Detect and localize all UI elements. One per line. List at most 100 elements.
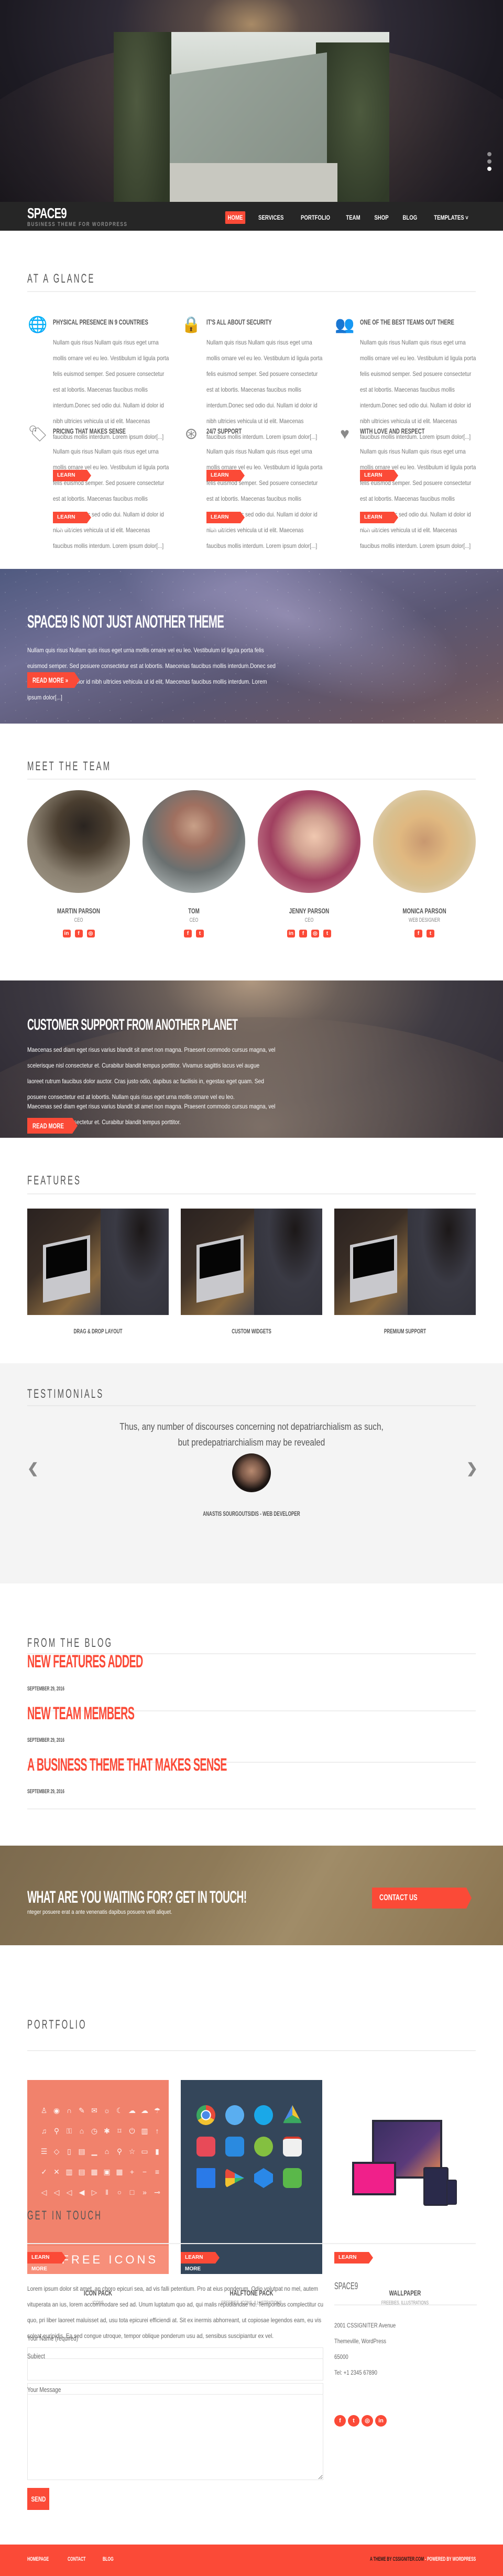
divider (27, 291, 476, 292)
divider (334, 2304, 477, 2305)
avatar (143, 790, 245, 893)
linkedin-icon[interactable]: in (287, 930, 295, 937)
read-more-button[interactable]: READ MORE » (27, 672, 80, 688)
slider-dot[interactable] (487, 152, 491, 156)
tablet-device (423, 2167, 449, 2206)
site-logo[interactable]: SPACE9 (27, 205, 67, 222)
credit-wordpress-link[interactable]: POWERED BY WORDPRESS (427, 2556, 476, 2562)
lock-icon: 🔒 (181, 316, 201, 333)
address-line: 65000 (334, 2353, 348, 2361)
support-read-more-button[interactable]: READ MORE (27, 1118, 78, 1134)
team-member: JENNY PARSON CEO in f ◎ t (258, 790, 360, 937)
nav-blog[interactable]: BLOG (400, 211, 420, 224)
linkedin-icon[interactable]: in (375, 2415, 387, 2427)
portfolio-item[interactable]: ♙ ◉ ∩ ✎ ✉ ☼ ☾ ☁ ☁ ☂ ♫ ⚲ ⚿ ⌂ ◷ ✱ ⌑ ⏻ ▥ ↑ ☰ ◇ ▯ ▤ ▁ ⌂ ⚲ ☆ ▭ ▮ ✓ ✕ ▥ ▤ ▦ ▣ ▦… (27, 2080, 169, 2306)
team-member: MONICA PARSON WEB DESIGNER f t (373, 790, 476, 937)
member-socials: in f ◎ (27, 930, 130, 937)
cta-title: WHAT ARE YOU WAITING FOR? GET IN TOUCH! (27, 1888, 247, 1906)
learn-more-button[interactable]: LEARN MORE (206, 512, 245, 532)
portfolio-item[interactable]: LEARN MORE WALLPAPER FREEBIES, ILLUSTRAT… (334, 2080, 476, 2306)
section-title-team: MEET THE TEAM (27, 759, 112, 773)
feature-card[interactable]: DRAG & DROP LAYOUT (27, 1209, 169, 1335)
app-icon (196, 2105, 215, 2125)
portfolio-item[interactable]: LEARN MORE HALFTONE PACK FREEBIES, ICONS… (181, 2080, 322, 2306)
button-label: SEND (30, 2495, 46, 2503)
nav-templates[interactable]: TEMPLATES ˅ (431, 211, 471, 224)
facebook-icon[interactable]: f (299, 930, 307, 937)
learn-more-button[interactable]: LEARN MORE (53, 512, 91, 532)
promo-banner: SPACE9 IS NOT JUST ANOTHER THEME Nullam … (0, 569, 503, 724)
button-label: READ MORE » (32, 676, 69, 684)
learn-more-button[interactable]: LEARN MORE (334, 2252, 373, 2272)
slider-dot[interactable] (487, 159, 491, 164)
laptop (350, 1235, 397, 1303)
instagram-icon[interactable]: ◎ (362, 2415, 373, 2427)
avatar (27, 790, 130, 893)
message-textarea[interactable] (27, 2394, 323, 2480)
nav-portfolio[interactable]: PORTFOLIO (298, 211, 333, 224)
glance-item-title: IT'S ALL ABOUT SECURITY (206, 318, 272, 326)
promo-title: SPACE9 IS NOT JUST ANOTHER THEME (27, 612, 224, 632)
person (254, 1209, 322, 1315)
support-text: Maecenas sed diam eget risus varius blan… (27, 1046, 276, 1101)
users-icon: 👥 (335, 316, 355, 333)
feature-card[interactable]: PREMIUM SUPPORT (334, 1209, 476, 1335)
prev-arrow-icon[interactable]: ❮ (27, 1460, 39, 1476)
footer-link-blog[interactable]: BLOG (103, 2556, 114, 2562)
divider (27, 779, 476, 780)
avatar (258, 790, 360, 893)
linkedin-icon[interactable]: in (62, 930, 71, 937)
video-player[interactable]: ▶ 01:12 |||| HD ⤢ (114, 32, 389, 202)
app-icon (254, 2105, 273, 2125)
nav-services[interactable]: SERVICES (256, 211, 286, 224)
learn-more-button[interactable]: LEARN MORE (360, 512, 398, 532)
send-button[interactable]: SEND (27, 2488, 49, 2510)
contact-us-button[interactable]: CONTACT US (372, 1888, 472, 1909)
portfolio-image: ♙ ◉ ∩ ✎ ✉ ☼ ☾ ☁ ☁ ☂ ♫ ⚲ ⚿ ⌂ ◷ ✱ ⌑ ⏻ ▥ ↑ ☰ ◇ ▯ ▤ ▁ ⌂ ⚲ ☆ ▭ ▮ ✓ ✕ ▥ ▤ ▦ ▣ ▦… (27, 2080, 169, 2274)
footer-link-contact[interactable]: CONTACT (68, 2556, 85, 2562)
twitter-icon[interactable]: t (348, 2415, 359, 2427)
blog-post-title[interactable]: NEW FEATURES ADDED (27, 1652, 143, 1672)
learn-more-button[interactable]: LEARN MORE (181, 2252, 220, 2272)
facebook-icon[interactable]: f (334, 2415, 346, 2427)
blog-post-title[interactable]: A BUSINESS THEME THAT MAKES SENSE (27, 1755, 227, 1775)
footer-link-homepage[interactable]: HOMEPAGE (27, 2556, 49, 2562)
feature-card[interactable]: CUSTOM WIDGETS (181, 1209, 322, 1335)
subject-input[interactable] (27, 2358, 323, 2380)
app-icon (196, 2168, 215, 2188)
section-title-portfolio: PORTFOLIO (27, 2018, 87, 2032)
divider (27, 1405, 476, 1406)
nav-shop[interactable]: SHOP (372, 211, 391, 224)
facebook-icon[interactable]: f (74, 930, 83, 937)
next-arrow-icon[interactable]: ❯ (466, 1460, 478, 1476)
glance-item-title: ONE OF THE BEST TEAMS OUT THERE (360, 318, 454, 326)
twitter-icon[interactable]: t (323, 930, 331, 937)
instagram-icon[interactable]: ◎ (86, 930, 95, 937)
section-title-glance: AT A GLANCE (27, 272, 95, 286)
feature-label: PREMIUM SUPPORT (384, 1328, 427, 1335)
sidebar-address: 2001 CSSIGNITER Avenue Themeville, WordP… (334, 2318, 396, 2380)
member-role: WEB DESIGNER (409, 917, 440, 923)
feature-image (181, 1209, 322, 1315)
slider-dot-active[interactable] (487, 167, 491, 171)
screen (353, 1238, 394, 1279)
twitter-icon[interactable]: t (196, 930, 204, 937)
laptop (43, 1235, 90, 1303)
nav-team[interactable]: TEAM (344, 211, 363, 224)
instagram-icon[interactable]: ◎ (311, 930, 319, 937)
facebook-icon[interactable]: f (414, 930, 422, 937)
learn-more-button[interactable]: LEARN MORE (27, 2252, 66, 2272)
credit-theme-link[interactable]: A THEME BY CSSIGNITER.COM (370, 2556, 424, 2562)
portfolio-image: LEARN MORE (334, 2080, 476, 2274)
blog-post-title[interactable]: NEW TEAM MEMBERS (27, 1704, 135, 1724)
facebook-icon[interactable]: f (184, 930, 192, 937)
globe-icon: 🌐 (28, 316, 48, 333)
twitter-icon[interactable]: t (427, 930, 434, 937)
member-name: TOM (188, 907, 200, 915)
lifebuoy-icon: ⊛ (184, 425, 198, 443)
blog-post-date: SEPTEMBER 29, 2016 (27, 1737, 64, 1743)
feature-image (27, 1209, 169, 1315)
glance-item-title: PHYSICAL PRESENCE IN 9 COUNTRIES (53, 318, 148, 326)
nav-home[interactable]: HOME (225, 211, 245, 224)
person (101, 1209, 169, 1315)
